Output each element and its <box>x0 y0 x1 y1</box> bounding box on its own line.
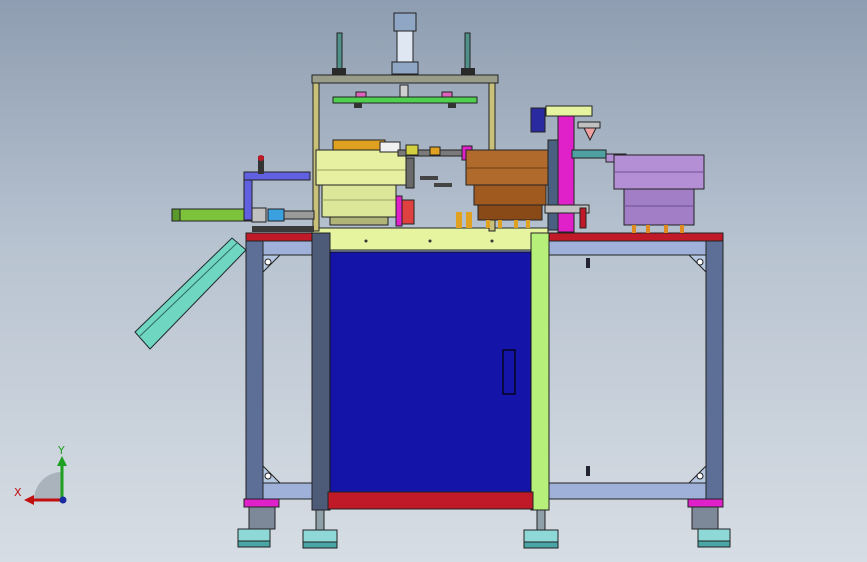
x-axis-label: X <box>14 486 22 499</box>
z-axis-dot <box>59 496 67 504</box>
leg-front-right <box>705 240 724 504</box>
bowl-feeder-left <box>315 139 407 226</box>
y-axis-label: Y <box>57 444 65 457</box>
leveling-feet <box>237 506 731 549</box>
cabinet-left-post <box>311 232 331 511</box>
cabinet-door <box>329 251 532 493</box>
cabinet-right-post <box>530 232 550 511</box>
cabinet <box>311 227 550 511</box>
foot-3 <box>523 509 559 549</box>
bowl-feeder-right <box>605 153 705 233</box>
machine-drawing: Y X <box>14 12 731 549</box>
foot-4 <box>691 506 731 548</box>
bowl-feeder-center <box>456 149 555 228</box>
foot-1 <box>237 506 276 548</box>
cabinet-base <box>327 491 534 510</box>
cad-viewport[interactable]: Y X <box>0 0 867 562</box>
inclined-chute <box>134 237 247 350</box>
foot-2 <box>302 509 338 549</box>
axis-triad: Y X <box>14 444 67 505</box>
y-arrow-icon <box>57 456 67 466</box>
cabinet-top-panel <box>311 227 549 251</box>
side-cylinder <box>171 155 315 232</box>
leg-front-left <box>245 240 264 504</box>
x-arrow-icon <box>24 495 34 505</box>
